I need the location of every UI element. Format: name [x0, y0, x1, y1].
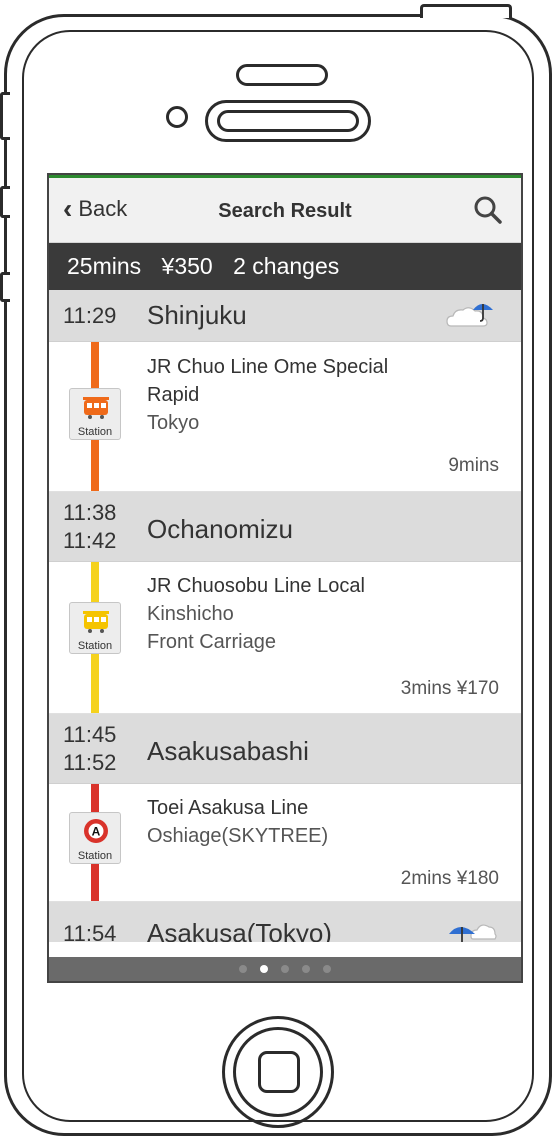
front-camera-icon — [166, 106, 188, 128]
route-summary-bar: 25mins ¥350 2 changes — [49, 243, 521, 290]
train-icon — [83, 397, 109, 419]
leg-details: JR Chuo Line Ome Special Rapid Tokyo — [147, 353, 388, 437]
umbrella-cloud-icon — [449, 924, 497, 942]
route-leg[interactable]: Station JR Chuo Line Ome Special Rapid T… — [49, 342, 521, 492]
leg-details: Toei Asakusa Line Oshiage(SKYTREE) — [147, 794, 328, 850]
boarding-position: Front Carriage — [147, 631, 276, 653]
route-list[interactable]: 11:29 Shinjuku Station JR Chuo Line Ome … — [49, 290, 521, 942]
leg-fare: ¥170 — [456, 678, 499, 699]
page-dot-active[interactable] — [260, 965, 268, 973]
subway-a-icon: A — [84, 819, 108, 843]
page-dot[interactable] — [323, 965, 331, 973]
navigation-bar: ‹ Back Search Result — [49, 178, 521, 243]
stop-row[interactable]: 11:29 Shinjuku — [49, 290, 521, 342]
leg-duration-fare: 2mins ¥180 — [401, 868, 499, 890]
station-badge-label: Station — [77, 850, 113, 862]
stop-time-arrival: 11:45 — [63, 722, 117, 747]
destination: Oshiage(SKYTREE) — [147, 825, 329, 847]
station-badge-label: Station — [77, 640, 113, 652]
search-icon[interactable] — [473, 195, 503, 225]
back-button[interactable]: ‹ Back — [63, 193, 128, 224]
home-square-icon — [258, 1051, 300, 1093]
stop-name: Ochanomizu — [147, 514, 293, 544]
leg-details: JR Chuosobu Line Local Kinshicho Front C… — [147, 572, 365, 656]
line-name: JR Chuosobu Line Local — [147, 575, 365, 597]
power-button — [420, 4, 512, 18]
line-name: JR Chuo Line Ome Special — [147, 356, 389, 378]
leg-duration-fare: 3mins ¥170 — [401, 678, 499, 700]
stop-row[interactable]: 11:45 11:52 Asakusabashi — [49, 714, 521, 784]
stop-time: 11:29 — [63, 303, 117, 328]
total-duration: 25mins — [67, 253, 142, 279]
station-badge: Station — [69, 602, 121, 654]
total-fare: ¥350 — [161, 253, 213, 279]
stop-name: Shinjuku — [147, 300, 247, 330]
leg-duration: 3mins — [400, 678, 452, 699]
stop-time-arrival: 11:38 — [63, 500, 117, 525]
change-count: 2 changes — [233, 253, 340, 279]
stop-row[interactable]: 11:38 11:42 Ochanomizu — [49, 492, 521, 562]
route-leg[interactable]: A Station Toei Asakusa Line Oshiage(SKYT… — [49, 784, 521, 902]
line-name: Toei Asakusa Line — [147, 797, 309, 819]
earpiece-speaker — [205, 100, 371, 142]
line-name-continued: Rapid — [147, 384, 200, 406]
cloud-rain-umbrella-icon — [446, 304, 493, 327]
page-dot[interactable] — [281, 965, 289, 973]
page-dot[interactable] — [239, 965, 247, 973]
mute-switch — [0, 92, 10, 140]
stop-time: 11:54 — [63, 921, 117, 942]
stop-time-departure: 11:42 — [63, 528, 117, 553]
leg-duration: 9mins — [448, 455, 499, 476]
destination: Tokyo — [147, 412, 200, 434]
back-label: Back — [78, 196, 128, 221]
station-badge: Station — [69, 388, 121, 440]
volume-up-button — [0, 186, 10, 218]
destination: Kinshicho — [147, 603, 234, 625]
leg-duration: 2mins — [400, 868, 452, 889]
page-indicator[interactable] — [49, 957, 521, 981]
app-screen: ‹ Back Search Result 25mins ¥350 2 chang… — [47, 173, 523, 983]
stop-row[interactable]: 11:54 Asakusa(Tokyo) — [49, 902, 521, 942]
train-icon — [83, 611, 109, 633]
svg-text:A: A — [92, 825, 101, 839]
station-badge-label: Station — [77, 426, 113, 438]
stop-name: Asakusabashi — [147, 736, 309, 766]
station-badge: A Station — [69, 812, 121, 864]
route-leg[interactable]: Station JR Chuosobu Line Local Kinshicho… — [49, 562, 521, 714]
page-dot[interactable] — [302, 965, 310, 973]
sensor-slot — [236, 64, 328, 86]
chevron-left-icon: ‹ — [63, 193, 73, 224]
stop-name: Asakusa(Tokyo) — [147, 918, 332, 942]
leg-fare: ¥180 — [456, 868, 499, 889]
volume-down-button — [0, 272, 10, 302]
stop-time-departure: 11:52 — [63, 750, 117, 775]
